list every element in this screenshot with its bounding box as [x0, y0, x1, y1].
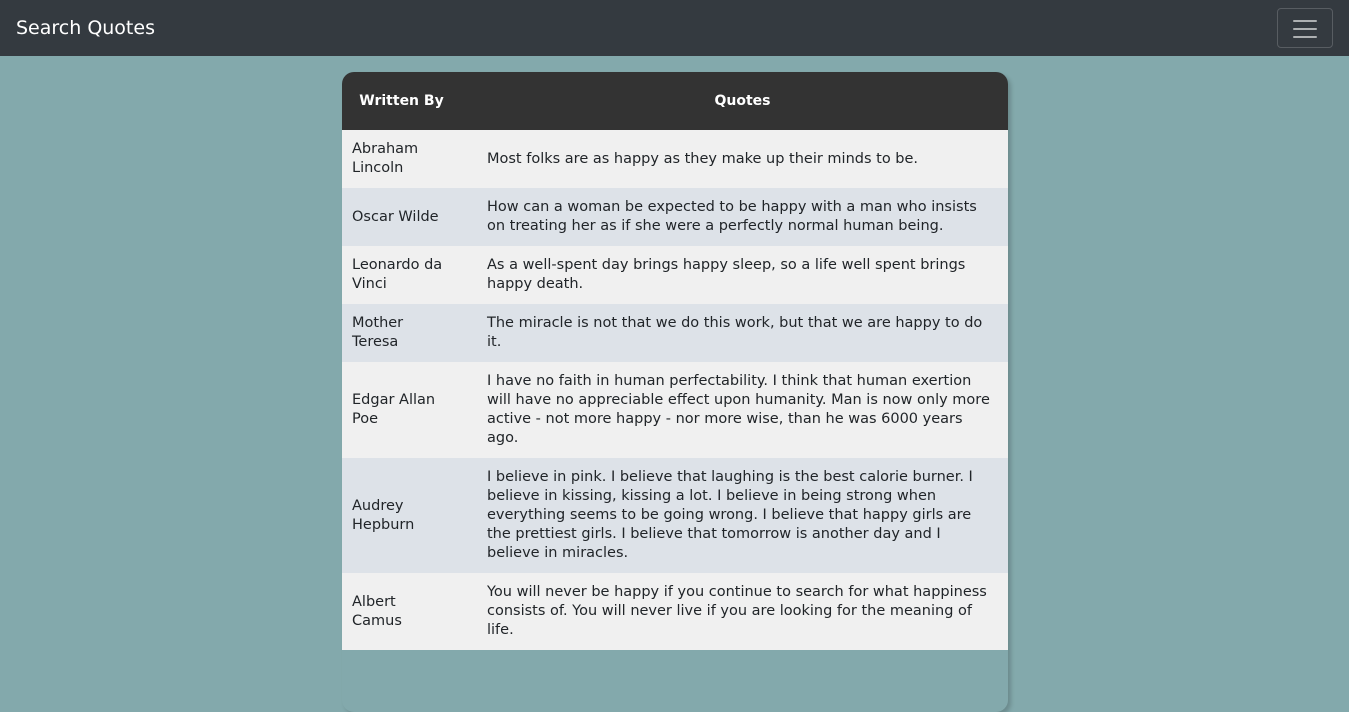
- quote-cell: As a well-spent day brings happy sleep, …: [487, 257, 966, 292]
- author-cell: Mother Teresa: [352, 315, 404, 350]
- table-row: Leonardo da Vinci As a well-spent day bri…: [342, 246, 1008, 304]
- table-row: Albert Camus You will never be happy if y…: [342, 573, 1008, 650]
- author-cell: Audrey Hepburn: [352, 497, 415, 533]
- quote-cell: How can a woman be expected to be happy …: [487, 199, 977, 234]
- table-row: Audrey Hepburn I believe in pink. I belie…: [342, 458, 1008, 573]
- table-row: Oscar Wilde How can a woman be expected t…: [342, 188, 1008, 246]
- navbar: Search Quotes: [0, 0, 1349, 56]
- table-header: Written By Quotes: [342, 72, 1008, 130]
- quotes-table-container: Written By Quotes Abraham Lincoln Most fo…: [342, 72, 1008, 712]
- menu-toggle-button[interactable]: [1277, 8, 1333, 48]
- author-cell: Albert Camus: [352, 593, 402, 629]
- table-row: Edgar Allan Poe I have no faith in human …: [342, 362, 1008, 458]
- column-header-author: Written By: [359, 92, 444, 109]
- column-header-quotes: Quotes: [714, 92, 771, 109]
- quotes-table: Written By Quotes Abraham Lincoln Most fo…: [342, 72, 1008, 650]
- quote-cell: Most folks are as happy as they make up …: [487, 150, 919, 167]
- quote-cell: You will never be happy if you continue …: [487, 584, 987, 638]
- author-cell: Oscar Wilde: [352, 208, 439, 225]
- author-cell: Abraham Lincoln: [352, 141, 419, 176]
- quote-cell: I have no faith in human perfectability.…: [487, 373, 990, 446]
- brand-title[interactable]: Search Quotes: [16, 15, 155, 41]
- quote-cell: The miracle is not that we do this work,…: [487, 315, 983, 350]
- author-cell: Leonardo da Vinci: [352, 257, 443, 292]
- table-body: Abraham Lincoln Most folks are as happy a…: [342, 130, 1008, 650]
- quote-cell: I believe in pink. I believe that laughi…: [487, 469, 973, 561]
- author-cell: Edgar Allan Poe: [352, 392, 436, 427]
- table-row: Mother Teresa The miracle is not that we …: [342, 304, 1008, 362]
- table-row: Abraham Lincoln Most folks are as happy a…: [342, 130, 1008, 188]
